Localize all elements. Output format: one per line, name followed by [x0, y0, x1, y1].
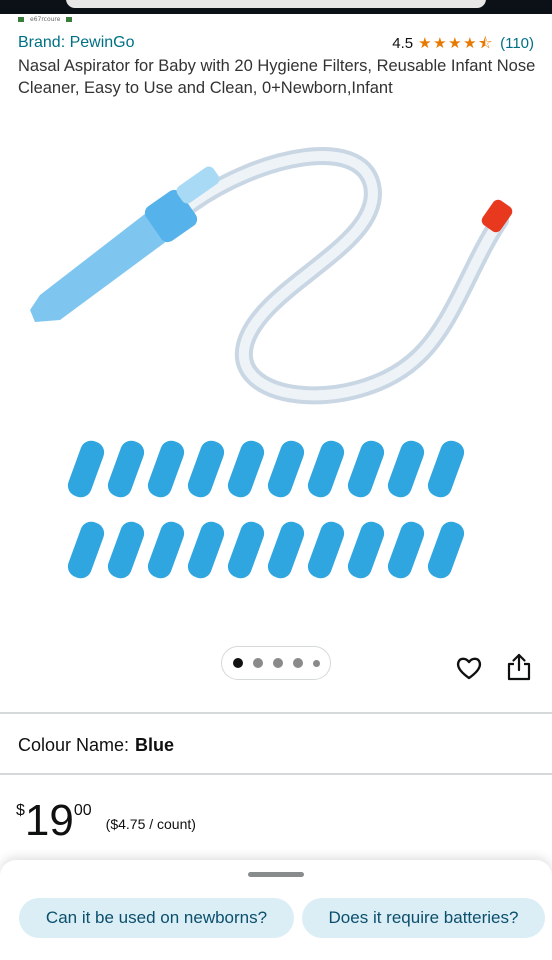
image-pager[interactable]: [221, 646, 331, 680]
unit-price: ($4.75 / count): [105, 816, 196, 832]
breadcrumb: e67rcoure: [18, 14, 73, 24]
store-icon: [18, 16, 24, 22]
divider: [0, 712, 552, 714]
pager-dot[interactable]: [232, 658, 243, 668]
price-block: $ 19 00 ($4.75 / count): [16, 796, 196, 846]
half-star-icon: ⯪: [478, 34, 493, 52]
star-icon: ★: [448, 34, 462, 52]
breadcrumb-text: e67rcoure: [30, 15, 61, 23]
search-bar-edge[interactable]: [66, 0, 486, 8]
filter-row-1: [67, 440, 465, 498]
status-bar: [0, 0, 552, 14]
price-fraction: 00: [73, 802, 92, 819]
colour-selection: Colour Name: Blue: [18, 735, 174, 756]
pager-dot[interactable]: [272, 658, 283, 668]
suggestion-chip[interactable]: Does it require batteries?: [302, 898, 545, 938]
product-image[interactable]: [0, 115, 552, 595]
star-icon: ★: [433, 34, 447, 52]
product-title: Nasal Aspirator for Baby with 20 Hygiene…: [18, 57, 536, 97]
pager-dot[interactable]: [292, 658, 303, 668]
heart-icon[interactable]: [455, 654, 483, 682]
pager-dot[interactable]: [312, 659, 320, 667]
suggestions-sheet: Can it be used on newborns? Does it requ…: [0, 860, 552, 960]
share-icon[interactable]: [506, 652, 532, 682]
brand-link[interactable]: Brand: PewinGo: [18, 34, 135, 52]
badge-icon: [66, 16, 73, 22]
colour-value: Blue: [135, 735, 175, 755]
star-icon: ★: [418, 34, 432, 52]
sheet-drag-handle[interactable]: [248, 872, 304, 877]
divider: [0, 773, 552, 775]
product-header: Brand: PewinGo 4.5 ★ ★ ★ ★ ⯪ (110): [18, 30, 534, 56]
star-icon: ★: [463, 34, 477, 52]
suggestion-chip[interactable]: Can it be used on newborns?: [19, 898, 294, 938]
colour-label: Colour Name:: [18, 735, 130, 755]
pager-dot[interactable]: [252, 658, 263, 668]
filter-row-2: [67, 521, 465, 579]
rating-value: 4.5: [392, 34, 414, 52]
price-currency: $: [16, 802, 25, 819]
star-rating: ★ ★ ★ ★ ⯪: [418, 36, 493, 51]
rating-count-link[interactable]: (110): [500, 35, 534, 52]
rating-summary[interactable]: 4.5 ★ ★ ★ ★ ⯪ (110): [392, 35, 534, 52]
price-whole: 19: [24, 796, 74, 845]
